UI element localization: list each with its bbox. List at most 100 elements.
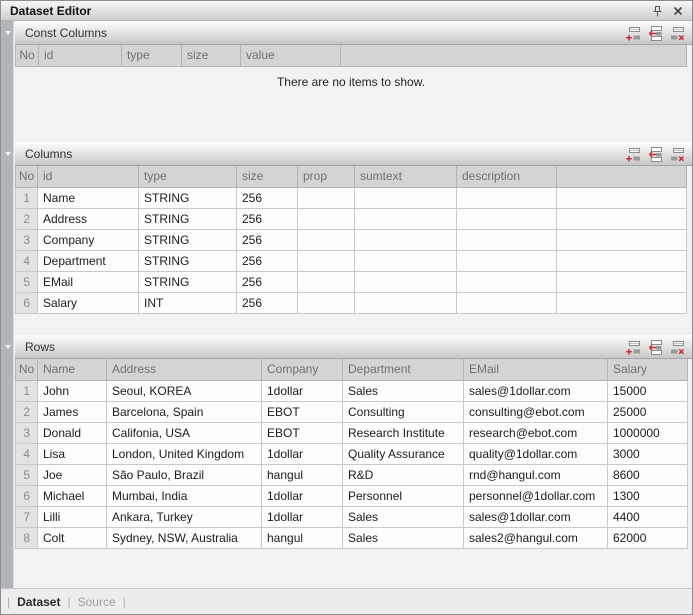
- tab-dataset[interactable]: Dataset: [17, 595, 60, 609]
- col-header-description[interactable]: description: [457, 166, 557, 187]
- data-cell[interactable]: 256: [237, 271, 298, 292]
- data-cell[interactable]: Quality Assurance: [343, 443, 464, 464]
- col-header-id[interactable]: id: [38, 166, 139, 187]
- data-cell[interactable]: Colt: [38, 527, 107, 548]
- data-cell[interactable]: Donald: [38, 422, 107, 443]
- col-header-no[interactable]: No: [16, 166, 38, 187]
- data-cell[interactable]: 4400: [608, 506, 688, 527]
- close-icon[interactable]: [670, 3, 685, 18]
- data-cell[interactable]: James: [38, 401, 107, 422]
- data-cell[interactable]: Personnel: [343, 485, 464, 506]
- data-cell[interactable]: Seoul, KOREA: [107, 380, 262, 401]
- row-number-cell[interactable]: 2: [16, 208, 38, 229]
- data-cell[interactable]: [457, 271, 557, 292]
- data-cell[interactable]: 256: [237, 292, 298, 313]
- col-header-address[interactable]: Address: [107, 359, 262, 380]
- col-header-department[interactable]: Department: [343, 359, 464, 380]
- data-cell[interactable]: [355, 187, 457, 208]
- data-cell[interactable]: quality@1dollar.com: [464, 443, 608, 464]
- data-cell[interactable]: [298, 229, 355, 250]
- add-row-icon[interactable]: [624, 146, 642, 163]
- col-header-prop[interactable]: prop: [298, 166, 355, 187]
- data-cell[interactable]: Address: [38, 208, 139, 229]
- data-cell[interactable]: EBOT: [262, 401, 343, 422]
- data-cell[interactable]: rnd@hangul.com: [464, 464, 608, 485]
- row-number-cell[interactable]: 6: [16, 485, 38, 506]
- data-cell[interactable]: [457, 229, 557, 250]
- data-cell[interactable]: [355, 250, 457, 271]
- insert-row-icon[interactable]: [646, 25, 664, 42]
- section-header-const-columns[interactable]: Const Columns: [15, 21, 692, 45]
- data-cell[interactable]: 256: [237, 229, 298, 250]
- data-cell[interactable]: Ankara, Turkey: [107, 506, 262, 527]
- row-number-cell[interactable]: 1: [16, 187, 38, 208]
- data-cell[interactable]: R&D: [343, 464, 464, 485]
- row-number-cell[interactable]: 3: [16, 422, 38, 443]
- data-cell[interactable]: 15000: [608, 380, 688, 401]
- data-cell[interactable]: 256: [237, 208, 298, 229]
- row-number-cell[interactable]: 4: [16, 250, 38, 271]
- data-cell[interactable]: 62000: [608, 527, 688, 548]
- data-cell[interactable]: Barcelona, Spain: [107, 401, 262, 422]
- data-cell[interactable]: 1dollar: [262, 443, 343, 464]
- col-header-type[interactable]: type: [139, 166, 237, 187]
- col-header-email[interactable]: EMail: [464, 359, 608, 380]
- data-cell[interactable]: Consulting: [343, 401, 464, 422]
- row-number-cell[interactable]: 4: [16, 443, 38, 464]
- pin-icon[interactable]: [650, 3, 665, 18]
- col-header-no[interactable]: No: [16, 45, 39, 66]
- data-cell[interactable]: EBOT: [262, 422, 343, 443]
- data-cell[interactable]: Mumbai, India: [107, 485, 262, 506]
- data-cell[interactable]: STRING: [139, 208, 237, 229]
- collapse-arrow-icon[interactable]: [5, 152, 11, 156]
- data-cell[interactable]: personnel@1dollar.com: [464, 485, 608, 506]
- data-cell[interactable]: [298, 292, 355, 313]
- data-cell[interactable]: Joe: [38, 464, 107, 485]
- data-cell[interactable]: 1dollar: [262, 380, 343, 401]
- col-header-value[interactable]: value: [241, 45, 341, 66]
- section-header-columns[interactable]: Columns: [15, 142, 692, 166]
- data-cell[interactable]: [457, 292, 557, 313]
- data-cell[interactable]: Califonia, USA: [107, 422, 262, 443]
- delete-row-icon[interactable]: [668, 25, 686, 42]
- delete-row-icon[interactable]: [668, 146, 686, 163]
- data-cell[interactable]: 3000: [608, 443, 688, 464]
- data-cell[interactable]: hangul: [262, 527, 343, 548]
- data-cell[interactable]: 256: [237, 187, 298, 208]
- data-cell[interactable]: EMail: [38, 271, 139, 292]
- data-cell[interactable]: INT: [139, 292, 237, 313]
- data-cell[interactable]: Lisa: [38, 443, 107, 464]
- col-header-no[interactable]: No: [16, 359, 38, 380]
- data-cell[interactable]: Department: [38, 250, 139, 271]
- data-cell[interactable]: 1dollar: [262, 506, 343, 527]
- col-header-company[interactable]: Company: [262, 359, 343, 380]
- data-cell[interactable]: hangul: [262, 464, 343, 485]
- row-number-cell[interactable]: 5: [16, 464, 38, 485]
- data-cell[interactable]: 8600: [608, 464, 688, 485]
- data-cell[interactable]: London, United Kingdom: [107, 443, 262, 464]
- data-cell[interactable]: [457, 250, 557, 271]
- data-cell[interactable]: STRING: [139, 250, 237, 271]
- data-cell[interactable]: [298, 187, 355, 208]
- tab-source[interactable]: Source: [78, 595, 116, 609]
- data-cell[interactable]: São Paulo, Brazil: [107, 464, 262, 485]
- data-cell[interactable]: Company: [38, 229, 139, 250]
- data-cell[interactable]: [298, 271, 355, 292]
- row-number-cell[interactable]: 7: [16, 506, 38, 527]
- row-number-cell[interactable]: 2: [16, 401, 38, 422]
- data-cell[interactable]: [457, 187, 557, 208]
- data-cell[interactable]: Salary: [38, 292, 139, 313]
- data-cell[interactable]: Lilli: [38, 506, 107, 527]
- data-cell[interactable]: [457, 208, 557, 229]
- insert-row-icon[interactable]: [646, 146, 664, 163]
- data-cell[interactable]: Sales: [343, 380, 464, 401]
- row-number-cell[interactable]: 3: [16, 229, 38, 250]
- data-cell[interactable]: research@ebot.com: [464, 422, 608, 443]
- data-cell[interactable]: [355, 292, 457, 313]
- data-cell[interactable]: Sales: [343, 527, 464, 548]
- data-cell[interactable]: sales2@hangul.com: [464, 527, 608, 548]
- data-cell[interactable]: STRING: [139, 229, 237, 250]
- data-cell[interactable]: sales@1dollar.com: [464, 506, 608, 527]
- col-header-salary[interactable]: Salary: [608, 359, 688, 380]
- data-cell[interactable]: [355, 208, 457, 229]
